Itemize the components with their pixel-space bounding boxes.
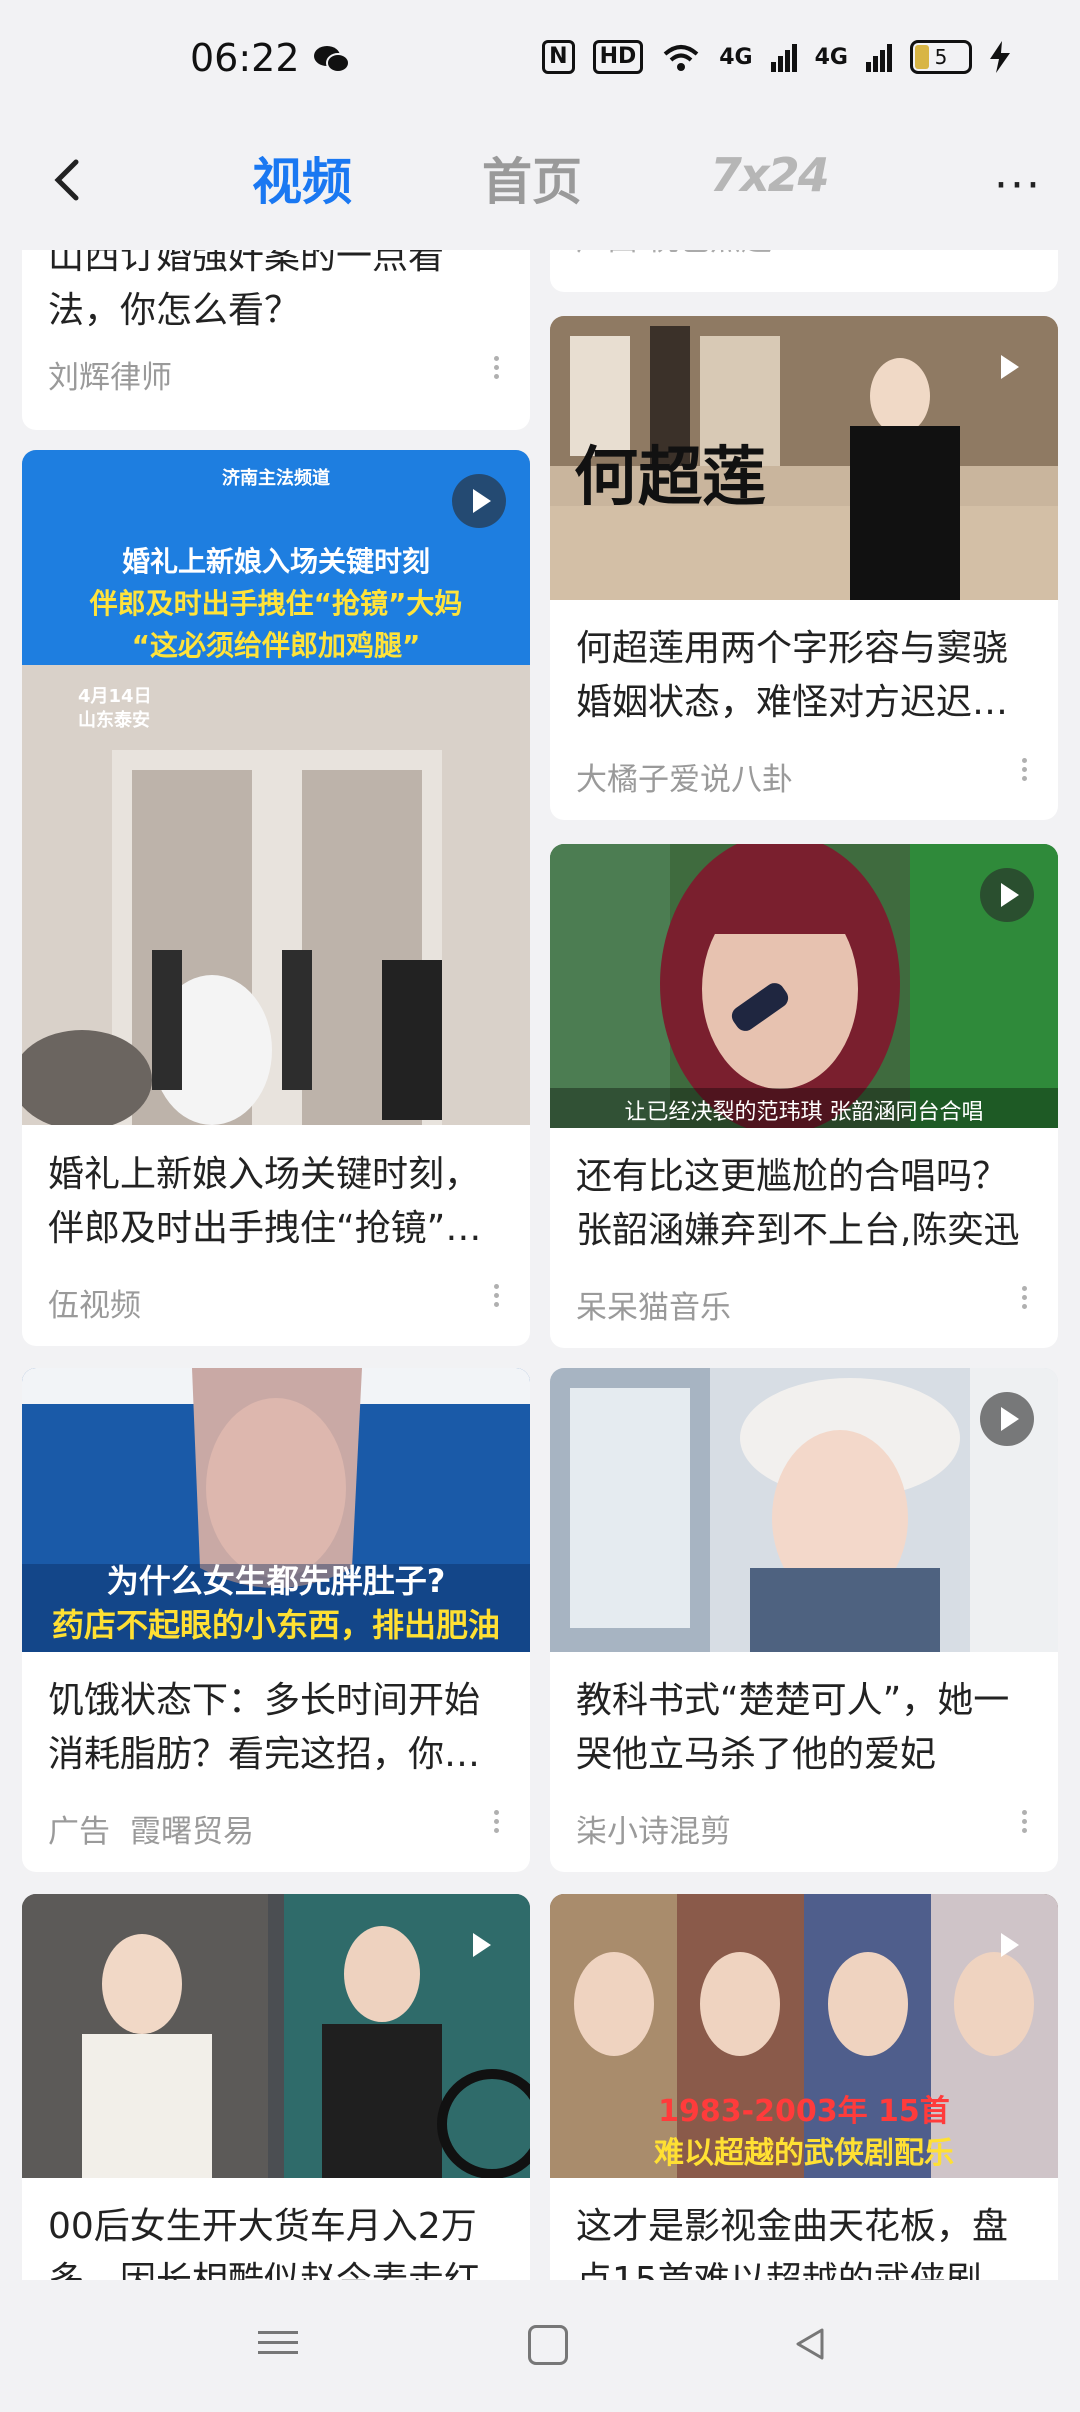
top-nav: 视频 首页 7x24 ···	[0, 120, 1080, 250]
thumb-caption: 让已经决裂的范玮琪 张韶涵同台合唱	[624, 1100, 984, 1125]
video-author[interactable]: 呆呆猫音乐	[576, 1282, 731, 1327]
video-title: 婚礼上新娘入场关键时刻，伴郎及时出手拽住“抢镜”大妈	[48, 1154, 482, 1249]
thumb-headline-1: 婚礼上新娘入场关键时刻	[121, 545, 430, 578]
play-icon[interactable]	[452, 474, 506, 528]
status-time: 06:22	[190, 36, 300, 80]
tab-7x24[interactable]: 7x24	[710, 148, 830, 202]
ad-card[interactable]: 为什么女生都先胖肚子? 药店不起眼的小东西，排出肥油 饥饿状态下：多长时间开始消…	[22, 1368, 530, 1872]
video-author[interactable]: 刘辉律师	[48, 352, 172, 397]
video-card[interactable]: 山西订婚强奸案的一点看 法，你怎么看？ 刘辉律师	[22, 250, 530, 430]
charging-icon	[990, 41, 1010, 73]
thumb-headline-2: 难以超越的武侠剧配乐	[654, 2136, 954, 2171]
home-icon[interactable]	[528, 2325, 568, 2365]
video-title: 还有比这更尴尬的合唱吗？张韶涵嫌弃到不上台,陈奕迅	[576, 1156, 1020, 1251]
thumb-headline-1: 为什么女生都先胖肚子?	[106, 1562, 446, 1600]
wifi-icon	[663, 45, 699, 71]
signal-icon-1: 4G	[719, 44, 753, 70]
more-dots-icon[interactable]	[1022, 754, 1028, 785]
hd-icon: HD	[592, 40, 644, 74]
signal-bars-icon-2	[866, 44, 892, 72]
video-author[interactable]: 大橘子爱说八卦	[576, 754, 793, 799]
more-options-icon[interactable]: ···	[994, 160, 1042, 211]
video-card[interactable]: 1983-2003年 15首 难以超越的武侠剧配乐 这才是影视金曲天花板，盘点1…	[550, 1894, 1058, 2280]
video-card[interactable]: 00后女生开大货车月入2万多，因长相酷似赵今麦走红	[22, 1894, 530, 2280]
thumb-place: 山东泰安	[78, 710, 150, 731]
play-icon[interactable]	[452, 1918, 506, 1972]
video-card[interactable]: 济南主法频道 婚礼上新娘入场关键时刻 伴郎及时出手拽住“抢镜”大妈 “这必须给伴…	[22, 450, 530, 1346]
thumb-channel: 济南主法频道	[222, 468, 330, 489]
more-dots-icon[interactable]	[1022, 1282, 1028, 1313]
thumb-calligraphy: 何超莲	[574, 440, 766, 515]
thumb-headline-2: 伴郎及时出手拽住“抢镜”大妈	[89, 587, 463, 620]
thumb-date: 4月14日	[78, 686, 152, 707]
play-icon[interactable]	[980, 340, 1034, 394]
more-dots-icon[interactable]	[494, 1806, 500, 1837]
battery-icon: 5	[910, 40, 972, 74]
back-triangle-icon[interactable]	[790, 2324, 830, 2364]
nfc-icon: N	[542, 40, 575, 74]
video-author: 广西 桃色点题	[576, 250, 772, 259]
video-title: 00后女生开大货车月入2万多，因长相酷似赵今麦走红	[48, 2206, 480, 2280]
play-icon[interactable]	[980, 868, 1034, 922]
play-icon[interactable]	[980, 1392, 1034, 1446]
video-author[interactable]: 伍视频	[48, 1280, 141, 1325]
video-title: 山西订婚强奸案的一点看	[48, 250, 445, 277]
video-title: 教科书式“楚楚可人”，她一哭他立马杀了他的爱妃	[576, 1680, 1010, 1775]
system-nav-bar	[0, 2280, 1080, 2412]
wechat-icon	[314, 46, 350, 73]
video-author[interactable]: 柒小诗混剪	[576, 1806, 731, 1851]
back-arrow-icon[interactable]	[40, 150, 100, 210]
status-icons: N HD 4G 4G 5	[542, 40, 1010, 74]
video-title: 这才是影视金曲天花板，盘点15首难以超越的武侠剧配乐	[576, 2206, 1018, 2280]
tab-video[interactable]: 视频	[252, 142, 352, 214]
thumb-headline-1: 1983-2003年 15首	[658, 2094, 950, 2129]
status-bar: 06:22 N HD 4G 4G 5	[0, 0, 1080, 120]
ad-advertiser[interactable]: 霞曙贸易	[130, 1806, 254, 1851]
video-title-line2: 法，你怎么看？	[48, 290, 301, 331]
signal-icon-2: 4G	[814, 44, 848, 70]
thumb-headline-3: “这必须给伴郎加鸡腿”	[131, 629, 421, 662]
tab-home[interactable]: 首页	[482, 142, 582, 214]
ad-label: 广告	[48, 1814, 110, 1850]
video-feed: 山西订婚强奸案的一点看 法，你怎么看？ 刘辉律师 广西 桃色点题 济南主法频道 …	[0, 250, 1080, 2280]
play-icon[interactable]	[980, 1918, 1034, 1972]
more-dots-icon[interactable]	[494, 352, 500, 383]
ad-title: 饥饿状态下：多长时间开始消耗脂肪？看完这招，你就知道了	[48, 1680, 481, 1775]
thumb-headline-2: 药店不起眼的小东西，排出肥油	[51, 1606, 500, 1644]
video-title: 何超莲用两个字形容与窦骁婚姻状态，难怪对方迟迟不婚	[576, 628, 1009, 723]
more-dots-icon[interactable]	[494, 1280, 500, 1311]
video-card[interactable]: 教科书式“楚楚可人”，她一哭他立马杀了他的爱妃 柒小诗混剪	[550, 1368, 1058, 1872]
signal-bars-icon-1	[770, 44, 797, 72]
video-card[interactable]: 何超莲 何超莲用两个字形容与窦骁婚姻状态，难怪对方迟迟不婚 大橘子爱说八卦	[550, 316, 1058, 820]
video-card[interactable]: 让已经决裂的范玮琪 张韶涵同台合唱 还有比这更尴尬的合唱吗？张韶涵嫌弃到不上台,…	[550, 844, 1058, 1348]
more-dots-icon[interactable]	[1022, 1806, 1028, 1837]
recent-apps-icon[interactable]	[258, 2324, 298, 2364]
video-card[interactable]: 广西 桃色点题	[550, 250, 1058, 292]
